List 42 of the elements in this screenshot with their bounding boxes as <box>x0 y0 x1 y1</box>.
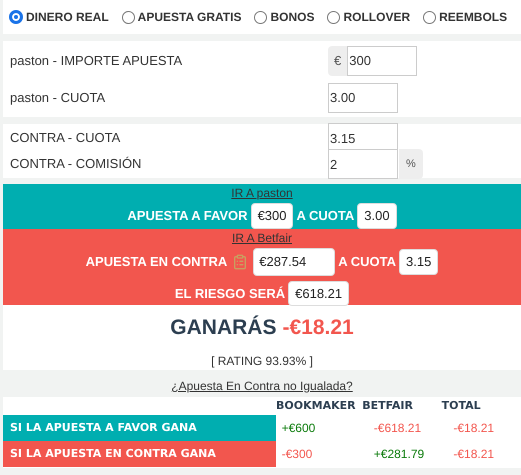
table-cell-text: -€18.21 <box>452 446 496 463</box>
input-field[interactable]: 3.00 <box>328 82 398 112</box>
field-label: paston - IMPORTE APUESTA <box>9 52 184 70</box>
amount-box: €618.21 <box>288 280 350 306</box>
table-cell-text: -€618.21 <box>372 420 422 437</box>
mode-radio[interactable]: DINERO REAL <box>9 8 109 26</box>
column-header: TOTAL <box>442 398 482 414</box>
exchange-link[interactable]: IR A Betfair <box>232 229 292 247</box>
input-field[interactable]: 300 <box>347 46 418 76</box>
result-label: GANARÁS <box>170 314 276 341</box>
table-cell-text: -€300 <box>280 446 314 463</box>
currency-addon: € <box>328 46 348 76</box>
table-cell-text: -€18.21 <box>452 420 496 437</box>
odds-label: A CUOTA <box>338 253 396 271</box>
column-header: BOOKMAKER <box>276 398 357 414</box>
row-label: SI LA APUESTA A FAVOR GANA <box>3 415 276 441</box>
mode-radio[interactable]: BONOS <box>254 8 314 26</box>
table-cell-text: +€281.79 <box>372 446 426 463</box>
percent-addon: % <box>399 149 423 179</box>
field-label: paston - CUOTA <box>9 88 106 107</box>
table-cell-text: +€600 <box>280 420 316 437</box>
amount-box: €300 <box>250 203 294 228</box>
amount-box: 3.00 <box>357 203 397 228</box>
mode-radio[interactable]: ROLLOVER <box>327 8 410 26</box>
row-label: SI LA APUESTA EN CONTRA GANA <box>3 441 276 467</box>
mode-radio[interactable]: REEMBOLS <box>423 8 508 26</box>
bookmaker-link[interactable]: IR A paston <box>231 184 293 202</box>
column-header: BETFAIR <box>362 398 414 414</box>
odds-label: A CUOTA <box>296 207 354 225</box>
rating-text: [ RATING 93.93% ] <box>211 352 313 370</box>
input-field[interactable]: 2 <box>328 149 398 179</box>
clipboard-icon[interactable] <box>232 254 248 270</box>
stake-label: APUESTA EN CONTRA <box>86 253 228 271</box>
unmatched-link[interactable]: ¿Apuesta En Contra no Igualada? <box>171 377 353 395</box>
risk-label: EL RIESGO SERÁ <box>174 284 286 302</box>
amount-box: 3.15 <box>399 249 438 274</box>
amount-box: €287.54 <box>253 248 336 276</box>
mode-radio[interactable]: APUESTA GRATIS <box>122 8 242 26</box>
result-value: -€18.21 <box>282 315 354 341</box>
stake-label: APUESTA A FAVOR <box>127 207 248 225</box>
field-label: CONTRA - COMISIÓN <box>9 155 142 174</box>
field-label: CONTRA - CUOTA <box>9 129 122 148</box>
